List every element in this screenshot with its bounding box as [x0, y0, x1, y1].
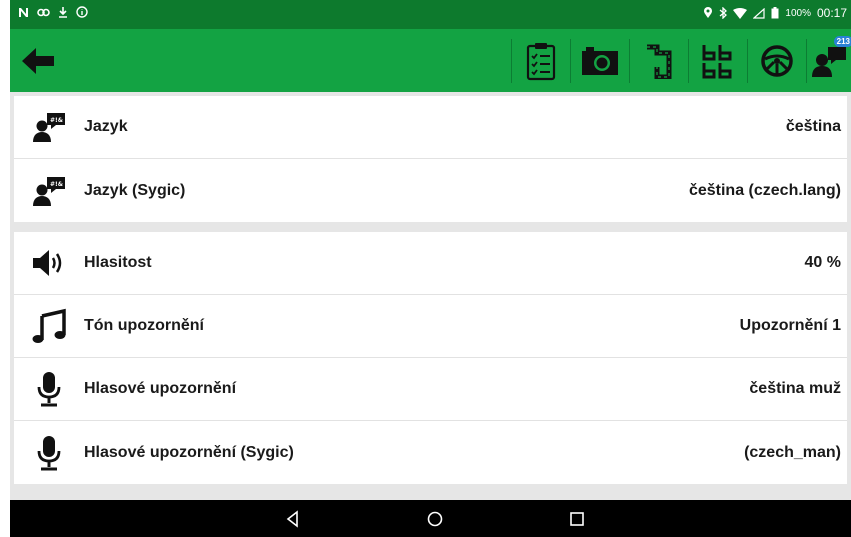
- bluetooth-icon: [719, 7, 728, 19]
- setting-icon: #!&: [14, 159, 84, 222]
- sound-card: Hlasitost 40 % Tón upozornění Upozornění…: [14, 232, 847, 484]
- steering-wheel-icon: [761, 44, 793, 77]
- setting-icon: #!&: [14, 96, 84, 159]
- recents-square-icon: [570, 512, 584, 526]
- setting-volume[interactable]: Hlasitost 40 %: [14, 232, 847, 295]
- status-left: [18, 6, 88, 18]
- clock: 00:17: [816, 6, 847, 20]
- language-card: #!& Jazyk čeština #!& Jazyk (Sygic) češt…: [14, 96, 847, 222]
- wifi-icon: [733, 7, 748, 19]
- svg-text:#!&: #!&: [50, 117, 63, 124]
- toolbar-actions: 213: [511, 29, 851, 92]
- nav-back-button[interactable]: [282, 508, 304, 530]
- language-icon: #!&: [33, 113, 65, 142]
- toolbar: 213: [10, 29, 851, 92]
- back-triangle-icon: [286, 510, 298, 528]
- setting-language[interactable]: #!& Jazyk čeština: [14, 96, 847, 159]
- setting-label: Jazyk: [84, 118, 128, 135]
- setting-icon: [14, 421, 84, 484]
- setting-value: čeština: [785, 118, 841, 135]
- n-icon: [19, 7, 28, 17]
- setting-label: Hlasové upozornění: [84, 380, 237, 397]
- setting-icon: [14, 295, 84, 358]
- setting-language-sygic[interactable]: #!& Jazyk (Sygic) čeština (czech.lang): [14, 159, 847, 222]
- status-right: 100% 00:17: [703, 6, 847, 20]
- microphone-icon: [37, 372, 61, 407]
- notification-badge: 213: [833, 36, 851, 47]
- setting-icon: [14, 358, 84, 421]
- setting-value: Upozornění 1: [739, 317, 841, 334]
- nav-recents-button[interactable]: [566, 508, 588, 530]
- location-icon: [704, 7, 713, 18]
- setting-alert-tone[interactable]: Tón upozornění Upozornění 1: [14, 295, 847, 358]
- route-icon: [647, 44, 672, 79]
- setting-value: čeština muž: [749, 380, 841, 397]
- checklist-button[interactable]: [512, 29, 570, 92]
- route-button[interactable]: [630, 29, 688, 92]
- checklist-icon: [526, 42, 556, 80]
- setting-voice-alert-sygic[interactable]: Hlasové upozornění (Sygic) (czech_man): [14, 421, 847, 484]
- back-button[interactable]: [20, 43, 56, 79]
- navigation-bar: [10, 500, 851, 537]
- grid-icon: [702, 44, 732, 78]
- setting-value: (czech_man): [744, 443, 841, 461]
- back-arrow-icon: [22, 48, 54, 74]
- steering-button[interactable]: [748, 29, 806, 92]
- volume-icon: [33, 250, 62, 276]
- info-icon: [76, 6, 88, 18]
- download-icon: [59, 7, 67, 18]
- setting-label: Hlasové upozornění (Sygic): [84, 443, 294, 461]
- screen: 100% 00:17 213 #!& Jazyk čeština #!& Jaz…: [10, 0, 851, 537]
- battery-level: 100%: [785, 7, 811, 19]
- camera-button[interactable]: [571, 29, 629, 92]
- setting-label: Tón upozornění: [84, 317, 204, 334]
- status-bar: 100% 00:17: [10, 0, 851, 29]
- setting-value: 40 %: [804, 254, 841, 271]
- setting-voice-alert[interactable]: Hlasové upozornění čeština muž: [14, 358, 847, 421]
- microphone-icon: [37, 435, 61, 470]
- svg-text:#!&: #!&: [50, 181, 63, 188]
- language-button[interactable]: 213: [807, 29, 851, 92]
- music-note-icon: [32, 308, 66, 343]
- sync-icon: [37, 8, 50, 16]
- setting-icon: [14, 232, 84, 295]
- battery-icon: [771, 7, 779, 19]
- nav-home-button[interactable]: [424, 508, 446, 530]
- setting-value: čeština (czech.lang): [688, 181, 841, 199]
- home-circle-icon: [427, 511, 443, 527]
- language-icon: #!&: [33, 176, 65, 206]
- grid-button[interactable]: [689, 29, 747, 92]
- language-icon: [812, 46, 846, 77]
- setting-label: Hlasitost: [84, 254, 152, 271]
- settings-list: #!& Jazyk čeština #!& Jazyk (Sygic) češt…: [10, 92, 851, 500]
- signal-icon: [753, 7, 765, 19]
- setting-label: Jazyk (Sygic): [84, 181, 186, 199]
- camera-icon: [582, 46, 618, 75]
